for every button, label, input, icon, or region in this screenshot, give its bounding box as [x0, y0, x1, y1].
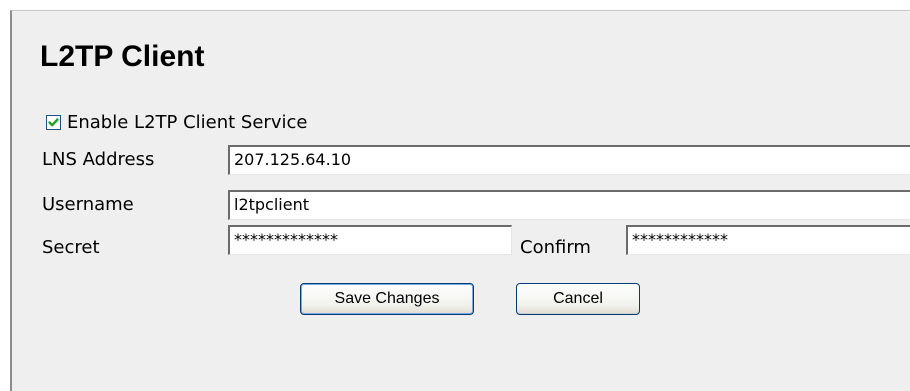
save-changes-button[interactable]: Save Changes [300, 283, 474, 315]
secret-input[interactable]: ************* [228, 225, 512, 255]
lns-address-input[interactable]: 207.125.64.10 [228, 145, 910, 175]
confirm-input[interactable]: ************ [626, 225, 910, 255]
secret-label: Secret [42, 237, 100, 258]
enable-service-row[interactable]: Enable L2TP Client Service [46, 111, 307, 133]
cancel-button[interactable]: Cancel [516, 283, 640, 315]
l2tp-client-panel: L2TP Client Enable L2TP Client Service L… [10, 10, 910, 391]
page-title: L2TP Client [40, 40, 205, 73]
username-label: Username [42, 194, 134, 215]
confirm-label: Confirm [520, 237, 591, 258]
checkmark-icon [48, 117, 59, 126]
enable-service-label: Enable L2TP Client Service [67, 111, 308, 133]
enable-service-checkbox[interactable] [46, 114, 61, 130]
lns-address-label: LNS Address [42, 149, 155, 170]
username-input[interactable]: l2tpclient [228, 190, 910, 220]
